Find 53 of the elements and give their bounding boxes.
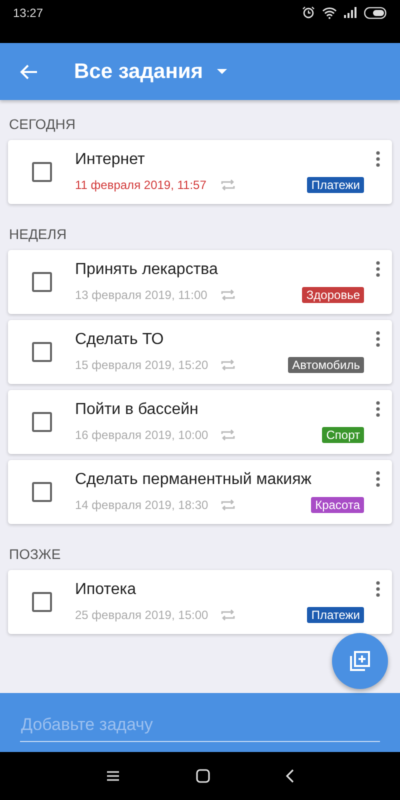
category-tag: Красота (311, 497, 364, 513)
status-time: 13:27 (13, 6, 44, 20)
more-options-icon[interactable] (376, 581, 380, 597)
add-task-bar[interactable]: Добавьте задачу (0, 693, 400, 752)
task-card[interactable]: Принять лекарства 13 февраля 2019, 11:00 Здоровье (8, 250, 392, 314)
more-options-icon[interactable] (376, 471, 380, 487)
task-card[interactable]: Сделать ТО 15 февраля 2019, 15:20 Автомобиль (8, 320, 392, 384)
task-checkbox[interactable] (32, 272, 52, 292)
task-checkbox[interactable] (32, 482, 52, 502)
task-title: Интернет (75, 151, 146, 169)
home-icon[interactable] (196, 769, 210, 783)
add-list-icon[interactable] (350, 651, 370, 671)
task-checkbox[interactable] (32, 162, 52, 182)
task-card[interactable]: Ипотека 25 февраля 2019, 15:00 Платежи (8, 570, 392, 634)
task-title: Ипотека (75, 581, 138, 599)
more-options-icon[interactable] (376, 151, 380, 167)
task-card[interactable]: Интернет 11 февраля 2019, 11:57 Платежи (8, 140, 392, 204)
category-tag: Автомобиль (288, 357, 364, 373)
task-title: Пойти в бассейн (75, 401, 200, 419)
task-date: 15 февраля 2019, 15:20 (75, 358, 210, 372)
menu-icon[interactable] (106, 770, 120, 782)
section-heading: СЕГОДНЯ (8, 115, 77, 134)
more-options-icon[interactable] (376, 401, 380, 417)
category-tag: Спорт (322, 427, 364, 443)
task-date: 16 февраля 2019, 10:00 (75, 428, 210, 442)
task-title: Принять лекарства (75, 261, 219, 279)
wifi-icon (322, 6, 337, 18)
back-icon[interactable] (286, 769, 294, 783)
task-date: 14 февраля 2019, 18:30 (75, 498, 210, 512)
back-arrow-icon[interactable] (20, 64, 38, 80)
alarm-icon (302, 6, 315, 19)
category-tag: Платежи (307, 607, 364, 623)
task-checkbox[interactable] (32, 412, 52, 432)
task-title: Сделать ТО (75, 331, 165, 349)
signal-icon (344, 7, 357, 18)
task-checkbox[interactable] (32, 592, 52, 612)
category-tag: Здоровье (302, 287, 364, 303)
task-date: 25 февраля 2019, 15:00 (75, 608, 210, 622)
section-heading: ПОЗЖЕ (8, 545, 62, 564)
task-date: 13 февраля 2019, 11:00 (75, 288, 208, 302)
task-card[interactable]: Сделать перманентный макияж 14 февраля 2019, 18:30 Красота (8, 460, 392, 524)
dropdown-caret-icon[interactable] (217, 68, 228, 74)
more-options-icon[interactable] (376, 331, 380, 347)
add-task-field[interactable]: Добавьте задачу (20, 709, 380, 742)
section-heading: НЕДЕЛЯ (8, 225, 68, 244)
task-checkbox[interactable] (32, 342, 52, 362)
add-list-button[interactable] (332, 633, 388, 689)
more-options-icon[interactable] (376, 261, 380, 277)
task-card[interactable]: Пойти в бассейн 16 февраля 2019, 10:00 Спорт (8, 390, 392, 454)
task-date: 11 февраля 2019, 11:57 (75, 178, 208, 192)
category-tag: Платежи (307, 177, 364, 193)
battery-icon (364, 6, 388, 18)
task-title: Сделать перманентный макияж (75, 471, 312, 489)
